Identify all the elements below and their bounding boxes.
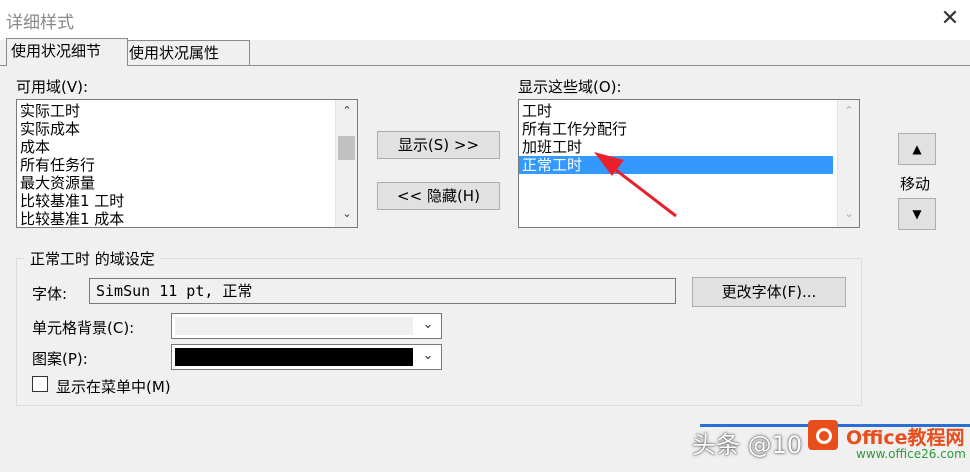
font-display-field: SimSun 11 pt, 正常 bbox=[89, 278, 676, 304]
move-down-button[interactable]: ▼ bbox=[898, 198, 936, 230]
list-item[interactable]: 最大资源量 bbox=[17, 174, 333, 192]
cell-background-select[interactable]: ⌄ bbox=[171, 313, 442, 339]
tab-usage-properties[interactable]: 使用状况属性 bbox=[124, 40, 250, 65]
show-in-menu-label[interactable]: 显示在菜单中(M) bbox=[56, 376, 171, 397]
close-icon[interactable]: ✕ bbox=[936, 5, 964, 33]
hide-button[interactable]: << 隐藏(H) bbox=[377, 182, 500, 210]
shown-fields-scrollbar[interactable]: ⌃ ⌄ bbox=[837, 100, 859, 227]
annotation-arrow-icon bbox=[594, 152, 677, 218]
pattern-label: 图案(P): bbox=[32, 350, 88, 368]
tab-strip-divider bbox=[0, 65, 970, 66]
list-item[interactable]: 所有任务行 bbox=[17, 156, 333, 174]
available-fields-scrollbar[interactable]: ⌃ ⌄ bbox=[335, 100, 357, 227]
list-item[interactable]: 所有工作分配行 bbox=[519, 120, 833, 138]
list-item[interactable]: 实际工时 bbox=[17, 102, 333, 120]
scroll-down-icon[interactable]: ⌄ bbox=[838, 206, 859, 222]
dialog-title: 详细样式 bbox=[6, 13, 74, 33]
font-label: 字体: bbox=[32, 285, 68, 303]
show-in-menu-checkbox[interactable] bbox=[32, 376, 48, 392]
shown-fields-list[interactable]: 工时 所有工作分配行 加班工时 正常工时 ⌃ ⌄ bbox=[518, 99, 860, 228]
cell-background-label: 单元格背景(C): bbox=[32, 319, 135, 337]
show-button[interactable]: 显示(S) >> bbox=[377, 131, 500, 159]
change-font-button[interactable]: 更改字体(F)... bbox=[692, 277, 846, 307]
list-item[interactable]: 实际成本 bbox=[17, 120, 333, 138]
watermark-site: Office教程网 bbox=[846, 427, 965, 449]
shown-fields-label: 显示这些域(O): bbox=[518, 78, 622, 96]
pattern-select[interactable]: ⌄ bbox=[171, 344, 442, 370]
chevron-down-icon[interactable]: ⌄ bbox=[415, 345, 441, 369]
title-bar: 详细样式 ✕ bbox=[0, 0, 970, 40]
tab-usage-details[interactable]: 使用状况细节 bbox=[6, 38, 128, 66]
list-item[interactable]: 工时 bbox=[519, 102, 833, 120]
watermark-text: 头条 @10 bbox=[692, 431, 803, 459]
available-fields-label: 可用域(V): bbox=[16, 78, 89, 96]
move-label: 移动 bbox=[900, 175, 931, 193]
field-settings-title: 正常工时 的域设定 bbox=[24, 248, 161, 269]
scroll-thumb[interactable] bbox=[338, 136, 355, 160]
list-item[interactable]: 比较基准1 成本 bbox=[17, 210, 333, 227]
move-up-button[interactable]: ▲ bbox=[898, 133, 936, 165]
watermark-url: www.office26.com bbox=[856, 447, 966, 461]
office-logo-icon bbox=[808, 420, 838, 450]
list-item[interactable]: 比较基准1 工时 bbox=[17, 192, 333, 210]
pattern-swatch bbox=[175, 348, 413, 366]
cell-background-swatch bbox=[175, 317, 413, 335]
chevron-down-icon[interactable]: ⌄ bbox=[415, 314, 441, 338]
scroll-up-icon[interactable]: ⌃ bbox=[336, 103, 357, 119]
available-fields-list[interactable]: 实际工时 实际成本 成本 所有任务行 最大资源量 比较基准1 工时 比较基准1 … bbox=[16, 99, 358, 228]
list-item[interactable]: 成本 bbox=[17, 138, 333, 156]
scroll-up-icon[interactable]: ⌃ bbox=[838, 103, 859, 119]
scroll-down-icon[interactable]: ⌄ bbox=[336, 206, 357, 222]
